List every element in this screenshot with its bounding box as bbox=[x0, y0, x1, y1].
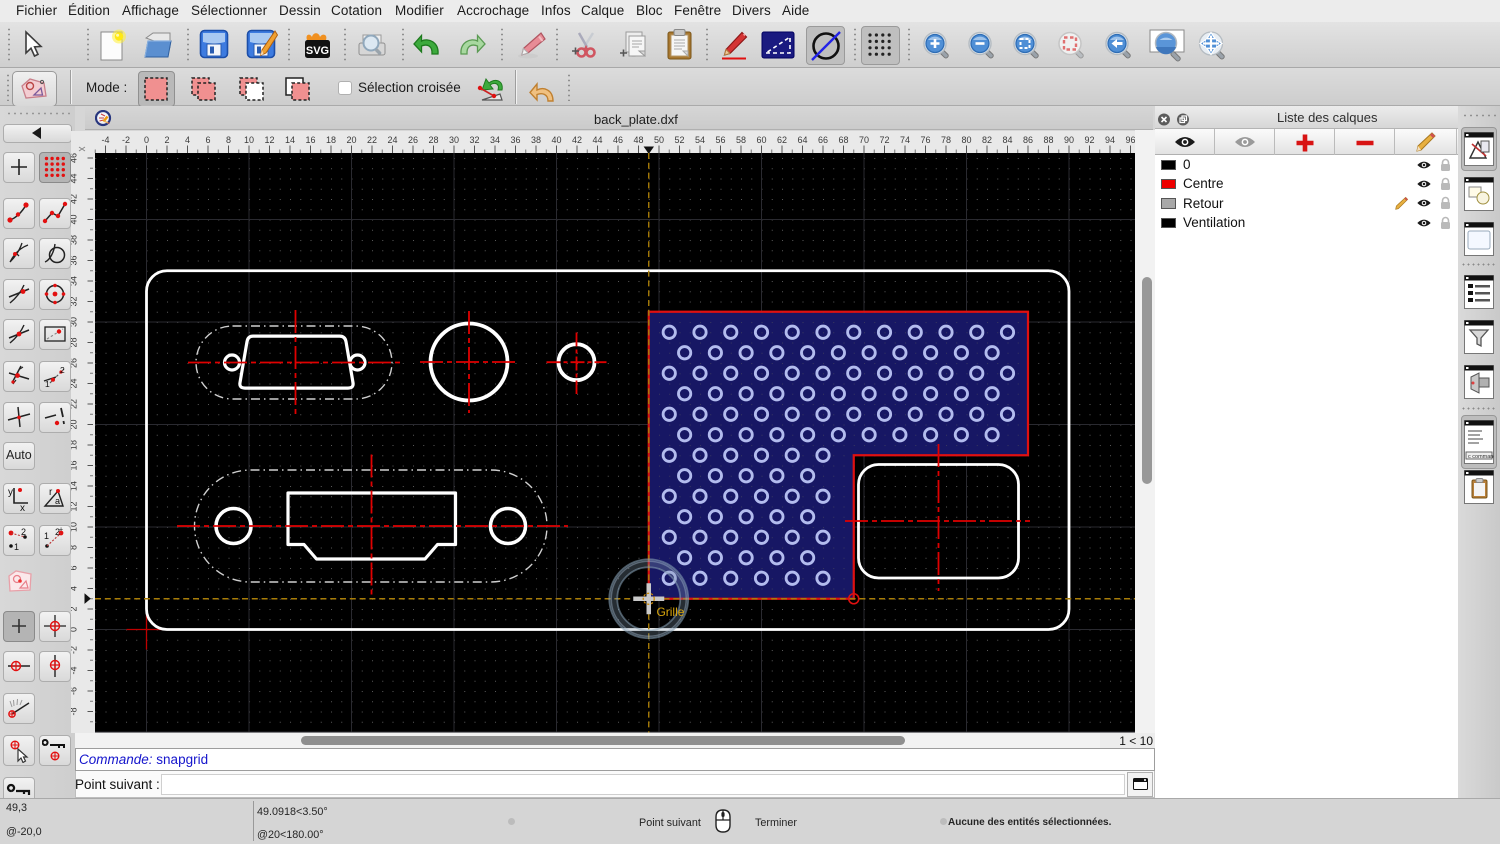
svg-text:2: 2 bbox=[164, 135, 169, 145]
svg-text:1: 1 bbox=[45, 379, 50, 389]
svg-text:56: 56 bbox=[715, 135, 725, 145]
svg-text:20: 20 bbox=[71, 419, 79, 429]
svg-text:32: 32 bbox=[469, 135, 479, 145]
svg-text:82: 82 bbox=[982, 135, 992, 145]
svg-text:52: 52 bbox=[674, 135, 684, 145]
svg-text:28: 28 bbox=[428, 135, 438, 145]
svg-text:8: 8 bbox=[226, 135, 231, 145]
svg-text:-4: -4 bbox=[101, 135, 109, 145]
svg-text:14: 14 bbox=[71, 481, 79, 491]
svg-text:1: 1 bbox=[14, 542, 19, 552]
svg-text:4: 4 bbox=[71, 586, 79, 591]
svg-text:94: 94 bbox=[1105, 135, 1115, 145]
svg-text:80: 80 bbox=[961, 135, 971, 145]
svg-text:30: 30 bbox=[71, 317, 79, 327]
svg-text:y: y bbox=[8, 487, 13, 498]
svg-text:58: 58 bbox=[736, 135, 746, 145]
svg-text:22: 22 bbox=[367, 135, 377, 145]
svg-text:6: 6 bbox=[71, 565, 79, 570]
svg-text:44: 44 bbox=[592, 135, 602, 145]
svg-text:20: 20 bbox=[346, 135, 356, 145]
svg-text:88: 88 bbox=[1043, 135, 1053, 145]
svg-text:+: + bbox=[59, 527, 63, 534]
svg-text:60: 60 bbox=[756, 135, 766, 145]
svg-text:SVG: SVG bbox=[306, 45, 329, 57]
svg-text:44: 44 bbox=[71, 173, 79, 183]
svg-text:2: 2 bbox=[21, 527, 26, 537]
svg-text:96: 96 bbox=[1125, 135, 1135, 145]
svg-text:30: 30 bbox=[449, 135, 459, 145]
svg-text:46: 46 bbox=[613, 135, 623, 145]
svg-text:38: 38 bbox=[531, 135, 541, 145]
svg-text:64: 64 bbox=[797, 135, 807, 145]
svg-text:40: 40 bbox=[71, 214, 79, 224]
svg-text:42: 42 bbox=[572, 135, 582, 145]
svg-text:0: 0 bbox=[144, 135, 149, 145]
svg-text:-2: -2 bbox=[122, 135, 130, 145]
svg-text:92: 92 bbox=[1084, 135, 1094, 145]
svg-text:46: 46 bbox=[71, 153, 79, 163]
svg-text:2: 2 bbox=[60, 365, 65, 375]
svg-text:Grille: Grille bbox=[656, 605, 684, 619]
svg-text:72: 72 bbox=[879, 135, 889, 145]
svg-text:26: 26 bbox=[71, 358, 79, 368]
svg-text:-6: -6 bbox=[71, 687, 79, 695]
svg-text:16: 16 bbox=[71, 460, 79, 470]
svg-text:40: 40 bbox=[551, 135, 561, 145]
svg-text:24: 24 bbox=[71, 378, 79, 388]
svg-text:48: 48 bbox=[633, 135, 643, 145]
svg-text:86: 86 bbox=[1023, 135, 1033, 145]
svg-text:26: 26 bbox=[408, 135, 418, 145]
svg-text:90: 90 bbox=[1064, 135, 1074, 145]
svg-text:2: 2 bbox=[71, 606, 79, 611]
svg-text:12: 12 bbox=[264, 135, 274, 145]
svg-text:-2: -2 bbox=[71, 646, 79, 654]
svg-text:22: 22 bbox=[71, 399, 79, 409]
svg-text:68: 68 bbox=[838, 135, 848, 145]
svg-text:a: a bbox=[55, 496, 60, 506]
svg-text:12: 12 bbox=[71, 501, 79, 511]
svg-text:8: 8 bbox=[71, 545, 79, 550]
svg-text:1: 1 bbox=[44, 531, 49, 541]
svg-text:42: 42 bbox=[71, 194, 79, 204]
svg-text:54: 54 bbox=[695, 135, 705, 145]
svg-text:84: 84 bbox=[1002, 135, 1012, 145]
svg-text:0: 0 bbox=[71, 627, 79, 632]
svg-text:16: 16 bbox=[305, 135, 315, 145]
svg-text:r: r bbox=[49, 487, 53, 498]
svg-text:18: 18 bbox=[71, 440, 79, 450]
svg-text:-8: -8 bbox=[71, 707, 79, 715]
svg-text:28: 28 bbox=[71, 337, 79, 347]
svg-text:-4: -4 bbox=[71, 666, 79, 674]
svg-text:10: 10 bbox=[71, 522, 79, 532]
svg-text:4: 4 bbox=[185, 135, 190, 145]
svg-text:34: 34 bbox=[71, 276, 79, 286]
svg-text:18: 18 bbox=[326, 135, 336, 145]
svg-text:36: 36 bbox=[510, 135, 520, 145]
svg-text:62: 62 bbox=[777, 135, 787, 145]
svg-text:24: 24 bbox=[387, 135, 397, 145]
svg-text:14: 14 bbox=[285, 135, 295, 145]
svg-text:6: 6 bbox=[205, 135, 210, 145]
svg-text:70: 70 bbox=[859, 135, 869, 145]
svg-text:74: 74 bbox=[900, 135, 910, 145]
svg-text:x: x bbox=[20, 503, 25, 511]
svg-text:66: 66 bbox=[818, 135, 828, 145]
svg-text:32: 32 bbox=[71, 296, 79, 306]
svg-text:76: 76 bbox=[920, 135, 930, 145]
svg-text:78: 78 bbox=[941, 135, 951, 145]
svg-text:38: 38 bbox=[71, 235, 79, 245]
svg-text:34: 34 bbox=[490, 135, 500, 145]
svg-text:36: 36 bbox=[71, 255, 79, 265]
svg-text:c command: c command bbox=[1468, 454, 1494, 460]
svg-text:50: 50 bbox=[654, 135, 664, 145]
svg-text:10: 10 bbox=[244, 135, 254, 145]
